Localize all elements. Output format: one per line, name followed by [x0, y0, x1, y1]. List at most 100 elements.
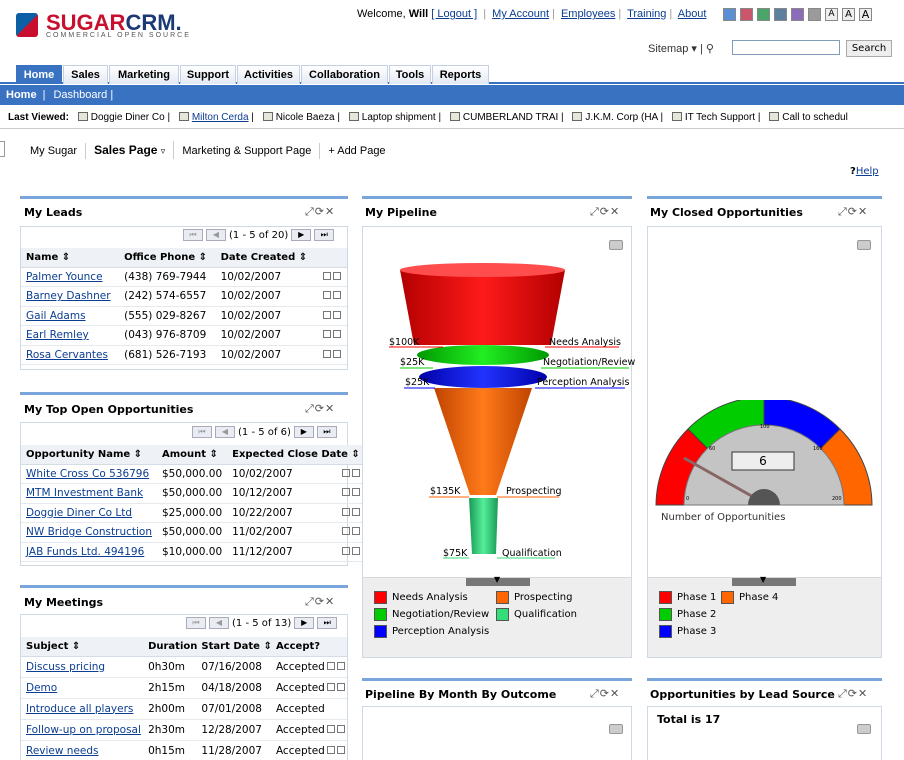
last-viewed-item[interactable]: Doggie Diner Co: [77, 112, 165, 123]
column-header[interactable]: Opportunity Name ⇕: [21, 445, 157, 465]
last-viewed-item[interactable]: Laptop shipment: [348, 112, 436, 123]
dashlet-controls[interactable]: ⤢⟳✕: [590, 205, 620, 219]
last-viewed-item[interactable]: J.K.M. Corp (HA: [572, 112, 658, 123]
edit-icon[interactable]: [322, 310, 331, 319]
column-header[interactable]: Name ⇕: [21, 248, 120, 268]
training-link[interactable]: Training: [627, 8, 666, 20]
dashlet-controls[interactable]: ⤢⟳✕: [305, 402, 335, 416]
last-page-button[interactable]: ⏭: [317, 617, 338, 629]
tab-collaboration[interactable]: Collaboration: [301, 65, 388, 84]
my-account-link[interactable]: My Account: [492, 8, 549, 20]
first-page-button[interactable]: ⏮: [186, 617, 206, 629]
view-icon[interactable]: [351, 507, 360, 516]
theme-swatch[interactable]: [808, 8, 821, 21]
dashlet-controls[interactable]: ⤢⟳✕: [305, 595, 335, 609]
theme-swatch[interactable]: [757, 8, 770, 21]
column-header[interactable]: Start Date ⇕: [199, 637, 274, 657]
view-icon[interactable]: [351, 546, 360, 555]
view-icon[interactable]: [336, 661, 345, 670]
column-header[interactable]: Expected Close Date ⇕: [227, 445, 365, 465]
collapse-handle[interactable]: [0, 141, 5, 157]
column-header[interactable]: Office Phone ⇕: [119, 248, 216, 268]
employees-link[interactable]: Employees: [561, 8, 615, 20]
collapse-toggle[interactable]: ▼: [732, 575, 796, 586]
last-viewed-item[interactable]: IT Tech Support: [671, 112, 755, 123]
tab-home[interactable]: Home: [16, 65, 62, 84]
view-icon[interactable]: [332, 310, 341, 319]
page-tab-marketing-support[interactable]: Marketing & Support Page: [174, 143, 321, 159]
tab-sales[interactable]: Sales: [63, 65, 108, 84]
column-header[interactable]: Date Created ⇕: [215, 248, 316, 268]
printer-icon[interactable]: [857, 240, 871, 250]
edit-icon[interactable]: [322, 271, 331, 280]
font-size-small[interactable]: A: [825, 8, 838, 21]
page-tab-sales[interactable]: Sales Page ▿: [86, 141, 175, 159]
edit-icon[interactable]: [341, 527, 350, 536]
dashlet-controls[interactable]: ⤢⟳✕: [590, 687, 620, 701]
edit-icon[interactable]: [322, 291, 331, 300]
next-page-button[interactable]: ▶: [293, 426, 314, 438]
theme-swatch[interactable]: [740, 8, 753, 21]
subnav-dashboard[interactable]: Dashboard: [53, 89, 107, 101]
edit-icon[interactable]: [326, 682, 335, 691]
tab-support[interactable]: Support: [180, 65, 236, 84]
last-viewed-item[interactable]: CUMBERLAND TRAI: [449, 112, 558, 123]
next-page-button[interactable]: ▶: [291, 229, 312, 241]
edit-icon[interactable]: [322, 349, 331, 358]
view-icon[interactable]: [332, 330, 341, 339]
column-header[interactable]: Accept?: [273, 637, 347, 657]
theme-swatch[interactable]: [791, 8, 804, 21]
funnel-segment-needs-analysis[interactable]: [400, 270, 565, 345]
prev-page-button[interactable]: ◀: [215, 426, 235, 438]
font-size-medium[interactable]: A: [842, 8, 855, 21]
sitemap-menu[interactable]: Sitemap ▾ | ⚲: [648, 42, 714, 55]
edit-icon[interactable]: [326, 661, 335, 670]
view-icon[interactable]: [332, 349, 341, 358]
logout-link[interactable]: [ Logout ]: [431, 8, 477, 20]
view-icon[interactable]: [336, 724, 345, 733]
view-icon[interactable]: [351, 527, 360, 536]
column-header[interactable]: Amount ⇕: [157, 445, 228, 465]
dashlet-controls[interactable]: ⤢⟳✕: [838, 687, 868, 701]
last-viewed-item[interactable]: Nicole Baeza: [262, 112, 335, 123]
tab-reports[interactable]: Reports: [432, 65, 489, 84]
last-viewed-item[interactable]: Milton Cerda: [178, 112, 249, 123]
search-input[interactable]: [732, 40, 840, 55]
help-link[interactable]: ?Help: [850, 166, 879, 177]
subnav-home[interactable]: Home: [6, 89, 37, 101]
view-icon[interactable]: [336, 682, 345, 691]
edit-icon[interactable]: [326, 724, 335, 733]
funnel-segment-perception-analysis[interactable]: [419, 366, 547, 388]
search-button[interactable]: Search: [846, 40, 892, 57]
funnel-segment-qualification[interactable]: [469, 498, 498, 554]
view-icon[interactable]: [332, 271, 341, 280]
add-page-button[interactable]: + Add Page: [320, 143, 393, 159]
theme-swatch[interactable]: [774, 8, 787, 21]
edit-icon[interactable]: [341, 468, 350, 477]
first-page-button[interactable]: ⏮: [192, 426, 212, 438]
edit-icon[interactable]: [322, 330, 331, 339]
edit-icon[interactable]: [341, 546, 350, 555]
prev-page-button[interactable]: ◀: [209, 617, 229, 629]
next-page-button[interactable]: ▶: [294, 617, 315, 629]
column-header[interactable]: Duration: [146, 637, 200, 657]
funnel-segment-negotiation-review[interactable]: [417, 345, 549, 365]
collapse-toggle[interactable]: ▼: [466, 575, 530, 586]
edit-icon[interactable]: [326, 745, 335, 754]
page-tab-my-sugar[interactable]: My Sugar: [22, 143, 87, 159]
prev-page-button[interactable]: ◀: [206, 229, 226, 241]
dashlet-controls[interactable]: ⤢⟳✕: [838, 205, 868, 219]
about-link[interactable]: About: [678, 8, 707, 20]
tab-activities[interactable]: Activities: [237, 65, 300, 84]
funnel-segment-prospecting[interactable]: [434, 388, 532, 495]
tab-marketing[interactable]: Marketing: [109, 65, 179, 84]
theme-swatch[interactable]: [723, 8, 736, 21]
tab-tools[interactable]: Tools: [389, 65, 431, 84]
printer-icon[interactable]: [857, 724, 871, 734]
dashlet-controls[interactable]: ⤢⟳✕: [305, 205, 335, 219]
last-page-button[interactable]: ⏭: [316, 426, 337, 438]
view-icon[interactable]: [351, 468, 360, 477]
view-icon[interactable]: [332, 291, 341, 300]
edit-icon[interactable]: [341, 488, 350, 497]
printer-icon[interactable]: [609, 724, 623, 734]
